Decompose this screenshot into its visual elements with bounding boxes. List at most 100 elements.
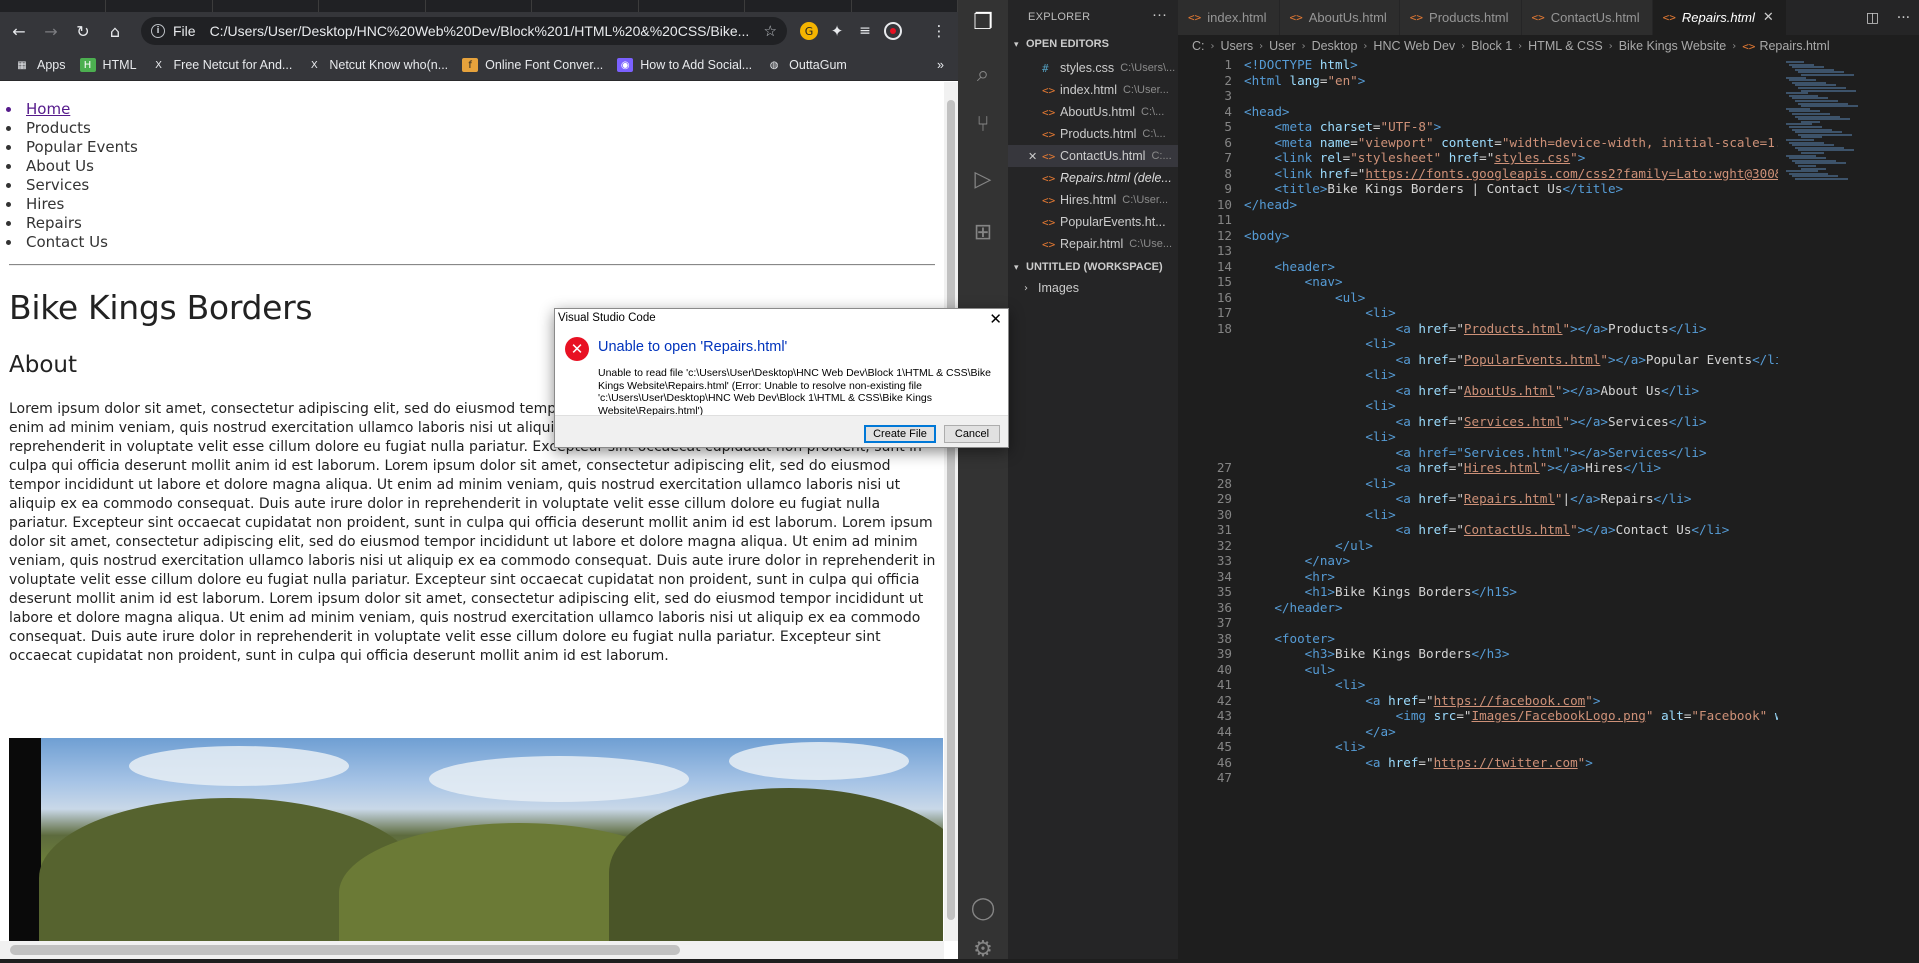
code-line[interactable]: <h3>Bike Kings Borders</h3>: [1244, 646, 1510, 661]
code-line[interactable]: <ul>: [1244, 290, 1365, 305]
tab-contactus[interactable]: <> ContactUs.html: [1521, 0, 1653, 35]
nav-link-home[interactable]: Home: [22, 100, 138, 119]
code-line[interactable]: <a href="ContactUs.html"></a>Contact Us<…: [1244, 522, 1730, 537]
breadcrumb-item[interactable]: Bike Kings Website: [1619, 39, 1726, 53]
source-control-icon[interactable]: ⑂: [969, 110, 997, 138]
code-line[interactable]: </ul>: [1244, 538, 1373, 553]
code-line[interactable]: <li>: [1244, 739, 1365, 754]
menu-kebab-icon[interactable]: ⋮: [930, 22, 948, 40]
run-debug-icon[interactable]: ▷: [969, 165, 997, 193]
open-editor-item[interactable]: <> Hires.html C:\User...: [1008, 189, 1178, 211]
code-line[interactable]: <ul>: [1244, 662, 1335, 677]
code-line[interactable]: <nav>: [1244, 274, 1343, 289]
bookmark-outtagum[interactable]: ◍ OuttaGum: [766, 58, 847, 72]
code-line[interactable]: </head>: [1244, 197, 1297, 212]
code-line[interactable]: <li>: [1244, 507, 1395, 522]
code-line[interactable]: </a>: [1244, 724, 1395, 739]
browser-tab[interactable]: [745, 0, 852, 12]
close-icon[interactable]: ✕: [1028, 150, 1042, 163]
account-icon[interactable]: ◯: [969, 894, 997, 922]
breadcrumb-item[interactable]: C:: [1192, 39, 1205, 53]
code-line[interactable]: </header>: [1244, 600, 1342, 615]
open-editor-item[interactable]: # styles.css C:\Users\...: [1008, 57, 1178, 79]
bookmark-html[interactable]: H HTML: [79, 58, 137, 72]
bookmarks-overflow-button[interactable]: »: [937, 58, 944, 72]
more-actions-icon[interactable]: ···: [1152, 6, 1167, 23]
address-bar[interactable]: i File C:/Users/User/Desktop/HNC%20Web%2…: [141, 17, 787, 45]
browser-tab[interactable]: [532, 0, 639, 12]
code-line[interactable]: </nav>: [1244, 553, 1351, 568]
code-line[interactable]: <li>: [1244, 367, 1395, 382]
code-line[interactable]: <title>Bike Kings Borders | Contact Us</…: [1244, 181, 1623, 196]
back-icon[interactable]: ←: [6, 18, 32, 44]
bookmark-star-icon[interactable]: ☆: [764, 22, 777, 40]
tab-products[interactable]: <> Products.html: [1399, 0, 1522, 35]
open-editor-item[interactable]: <> Repair.html C:\Use...: [1008, 233, 1178, 255]
code-line[interactable]: <body>: [1244, 228, 1290, 243]
browser-tab[interactable]: [213, 0, 320, 12]
reload-icon[interactable]: ↻: [70, 18, 96, 44]
code-line[interactable]: <a href="AboutUs.html"></a>About Us</li>: [1244, 383, 1699, 398]
code-line[interactable]: <li>: [1244, 336, 1395, 351]
open-editor-item-deleted[interactable]: <> Repairs.html (dele...: [1008, 167, 1178, 189]
tab-aboutus[interactable]: <> AboutUs.html: [1279, 0, 1400, 35]
bookmark-apps[interactable]: ▦ Apps: [14, 58, 65, 72]
create-file-button[interactable]: Create File: [864, 425, 936, 443]
bookmark-social[interactable]: ◉ How to Add Social...: [617, 58, 752, 72]
code-line[interactable]: <a href="Repairs.html"|</a>Repairs</li>: [1244, 491, 1692, 506]
browser-tab[interactable]: [0, 0, 107, 12]
code-line[interactable]: <li>: [1244, 429, 1395, 444]
address-url[interactable]: C:/Users/User/Desktop/HNC%20Web%20Dev/Bl…: [210, 23, 754, 39]
explorer-files-icon[interactable]: ❐: [969, 8, 997, 36]
code-line[interactable]: <head>: [1244, 104, 1290, 119]
code-line[interactable]: <hr>: [1244, 569, 1335, 584]
code-line[interactable]: <link rel="stylesheet" href="styles.css"…: [1244, 150, 1585, 165]
browser-tab[interactable]: [319, 0, 426, 12]
code-line[interactable]: <li>: [1244, 305, 1395, 320]
code-editor[interactable]: 1 <!DOCTYPE html> 2 <html lang="en"> 3 4 <head…: [1178, 57, 1778, 959]
code-line[interactable]: <footer>: [1244, 631, 1335, 646]
open-editor-item[interactable]: <> Products.html C:\...: [1008, 123, 1178, 145]
code-line[interactable]: <a href="Services.html"></a>Services</li…: [1244, 445, 1707, 460]
bookmark-netcut-2[interactable]: X Netcut Know who(n...: [306, 58, 448, 72]
browser-tab[interactable]: [106, 0, 213, 12]
code-line[interactable]: <header>: [1244, 259, 1335, 274]
home-icon[interactable]: ⌂: [102, 18, 128, 44]
code-line[interactable]: <li>: [1244, 398, 1395, 413]
forward-icon[interactable]: →: [38, 18, 64, 44]
open-editor-item[interactable]: <> index.html C:\User...: [1008, 79, 1178, 101]
code-line[interactable]: <html lang="en">: [1244, 73, 1365, 88]
breadcrumb-item[interactable]: Users: [1221, 39, 1254, 53]
code-line[interactable]: <li>: [1244, 677, 1365, 692]
more-actions-icon[interactable]: ···: [1897, 10, 1910, 26]
open-editor-item[interactable]: <> PopularEvents.ht...: [1008, 211, 1178, 233]
code-line[interactable]: <a href="Products.html"></a>Products</li…: [1244, 321, 1707, 336]
code-line[interactable]: <a href="Services.html"></a>Services</li…: [1244, 414, 1707, 429]
info-icon[interactable]: i: [151, 24, 165, 38]
code-line[interactable]: <meta charset="UTF-8">: [1244, 119, 1441, 134]
media-control-icon[interactable]: ≡: [856, 22, 874, 40]
browser-tab[interactable]: [426, 0, 533, 12]
page-vertical-scrollbar[interactable]: [944, 82, 958, 941]
breadcrumb-item[interactable]: HTML & CSS: [1528, 39, 1603, 53]
browser-tab[interactable]: [852, 0, 958, 12]
bookmark-font[interactable]: f Online Font Conver...: [462, 58, 603, 72]
page-horizontal-scrollbar[interactable]: [0, 941, 944, 959]
breadcrumb-item[interactable]: Desktop: [1312, 39, 1358, 53]
minimap[interactable]: [1778, 57, 1919, 959]
code-line[interactable]: <img src="Images/FacebookLogo.png" alt="…: [1244, 708, 1778, 723]
breadcrumb-item[interactable]: Repairs.html: [1759, 39, 1829, 53]
code-line[interactable]: <a href="https://twitter.com">: [1244, 755, 1593, 770]
code-line[interactable]: <meta name="viewport" content="width=dev…: [1244, 135, 1778, 150]
tab-index[interactable]: <> index.html: [1178, 0, 1280, 35]
extensions-icon[interactable]: ⊞: [969, 218, 997, 246]
breadcrumb-item[interactable]: User: [1269, 39, 1295, 53]
code-line[interactable]: <h1>Bike Kings Borders</h1S>: [1244, 584, 1517, 599]
code-line[interactable]: <!DOCTYPE html>: [1244, 57, 1358, 72]
breadcrumb-item[interactable]: HNC Web Dev: [1373, 39, 1455, 53]
profile-avatar-icon[interactable]: [884, 22, 902, 40]
open-editors-section[interactable]: ▾ OPEN EDITORS: [1008, 38, 1178, 50]
puzzle-icon[interactable]: ✦: [828, 22, 846, 40]
browser-tab[interactable]: [639, 0, 746, 12]
folder-images[interactable]: › Images: [1008, 277, 1178, 299]
